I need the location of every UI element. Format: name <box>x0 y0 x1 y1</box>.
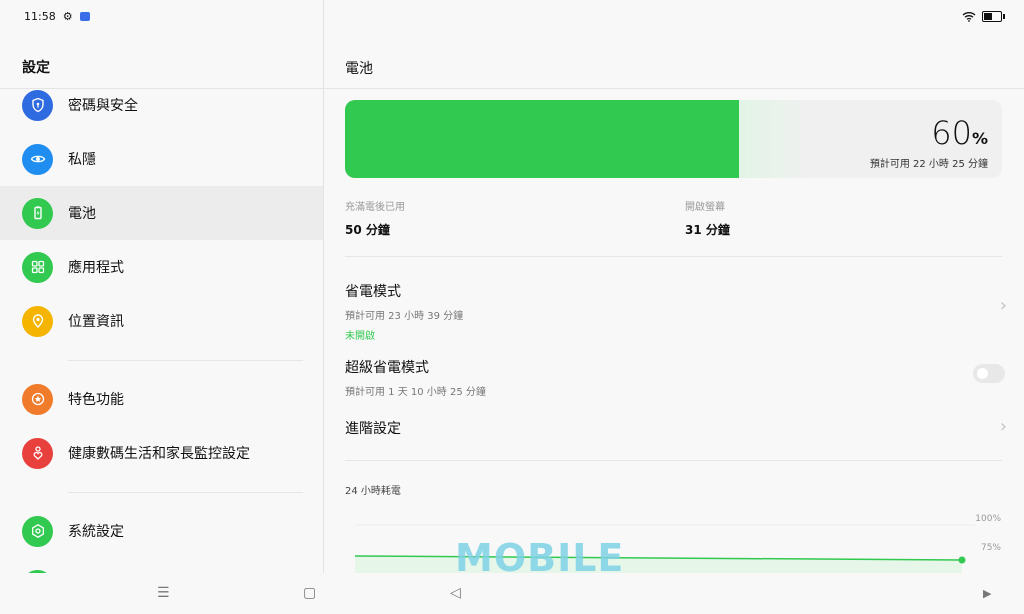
sidebar-item-partial[interactable] <box>0 558 323 573</box>
battery-icon <box>22 197 53 229</box>
battery-detail-pane: 電池 60% 預計可用 22 小時 25 分鐘 充滿電後已用 50 分鐘 開啟螢… <box>324 0 1024 573</box>
settings-list: 密碼與安全 私隱 電池 應用程式 位置資訊 特色功能 健康數碼生活和家長監控設定… <box>0 78 323 573</box>
stat-label: 充滿電後已用 <box>345 202 405 213</box>
star-icon <box>22 383 53 415</box>
sidebar-item-label: 健康數碼生活和家長監控設定 <box>68 446 250 462</box>
row-title: 進階設定 <box>345 421 401 437</box>
row-status: 未開啟 <box>345 331 375 342</box>
wifi-icon <box>962 12 976 22</box>
sidebar-item-label: 特色功能 <box>68 392 124 408</box>
sidebar-item-label: 位置資訊 <box>68 314 124 330</box>
shield-lock-icon <box>22 89 53 121</box>
section-divider <box>345 460 1002 461</box>
eye-lock-icon <box>22 143 53 175</box>
gear-icon <box>22 515 53 547</box>
stat-screen-on: 開啟螢幕 31 分鐘 <box>685 198 730 238</box>
stat-label: 開啟螢幕 <box>685 202 725 213</box>
sidebar-item-label: 系統設定 <box>68 524 124 540</box>
status-time: 11:58 <box>24 10 56 23</box>
navigation-bar: ☰ ▢ ◁ ▶ <box>0 573 1024 614</box>
status-bar-right <box>962 11 1005 22</box>
chevron-right-icon: › <box>999 295 1007 316</box>
home-icon[interactable]: ▢ <box>303 585 316 601</box>
stat-value: 31 分鐘 <box>685 223 730 237</box>
battery-percent: 60% <box>931 114 988 152</box>
row-title: 省電模式 <box>345 284 401 300</box>
location-icon <box>22 305 53 337</box>
battery-status-icon <box>982 11 1005 22</box>
chart-current-point <box>958 556 966 564</box>
sidebar-item-label: 密碼與安全 <box>68 98 138 114</box>
power-saving-mode-row[interactable]: 省電模式 預計可用 23 小時 39 分鐘 未開啟 › <box>345 281 1007 342</box>
advanced-settings-row[interactable]: 進階設定 › <box>345 416 1007 438</box>
heart-person-icon <box>22 437 53 469</box>
super-power-saving-row: 超級省電模式 預計可用 1 天 10 小時 25 分鐘 <box>345 357 1005 398</box>
sidebar-item-system-settings[interactable]: 系統設定 <box>0 504 323 558</box>
group-divider <box>0 348 323 372</box>
header-divider <box>324 88 1024 89</box>
battery-usage-chart: 100% 75% <box>354 514 1001 573</box>
menu-icon[interactable]: ☰ <box>157 585 170 601</box>
chart-tick-label: 100% <box>975 514 1001 524</box>
row-title: 超級省電模式 <box>345 360 429 376</box>
sidebar-item-digital-wellbeing[interactable]: 健康數碼生活和家長監控設定 <box>0 426 323 480</box>
status-bar-left: 11:58 ⚙ <box>24 10 90 23</box>
super-power-saving-toggle[interactable] <box>973 364 1005 383</box>
row-subtitle: 預計可用 23 小時 39 分鐘 <box>345 311 464 322</box>
sidebar-item-password-security[interactable]: 密碼與安全 <box>0 78 323 132</box>
chevron-right-icon: › <box>999 416 1007 437</box>
section-divider <box>345 256 1002 257</box>
stat-value: 50 分鐘 <box>345 223 390 237</box>
battery-level-fill <box>345 100 739 178</box>
group-divider <box>0 480 323 504</box>
battery-estimate: 預計可用 22 小時 25 分鐘 <box>869 159 988 170</box>
header-divider <box>0 88 323 89</box>
sidebar-item-label: 電池 <box>68 206 96 222</box>
sidebar-item-location[interactable]: 位置資訊 <box>0 294 323 348</box>
gear-icon: ⚙ <box>62 10 73 23</box>
grid-icon <box>22 251 53 283</box>
app-notification-icon <box>79 12 90 21</box>
sidebar-item-privacy[interactable]: 私隱 <box>0 132 323 186</box>
stat-since-full-charge: 充滿電後已用 50 分鐘 <box>345 198 405 238</box>
chart-tick-label: 75% <box>981 543 1001 553</box>
row-subtitle: 預計可用 1 天 10 小時 25 分鐘 <box>345 387 486 398</box>
sidebar-item-battery[interactable]: 電池 <box>0 186 323 240</box>
chart-title: 24 小時耗電 <box>345 486 401 497</box>
sidebar-item-apps[interactable]: 應用程式 <box>0 240 323 294</box>
detail-title: 電池 <box>345 61 373 77</box>
sidebar-item-label: 私隱 <box>68 152 96 168</box>
settings-sidebar: 11:58 ⚙ 設定 密碼與安全 私隱 電池 應用程式 位置資訊 特色功能 健康… <box>0 0 324 573</box>
page-title: 設定 <box>22 60 50 76</box>
play-icon[interactable]: ▶ <box>983 587 991 600</box>
sidebar-item-label: 應用程式 <box>68 260 124 276</box>
battery-level-card: 60% 預計可用 22 小時 25 分鐘 <box>345 100 1002 178</box>
sidebar-item-special-features[interactable]: 特色功能 <box>0 372 323 426</box>
back-icon[interactable]: ◁ <box>450 585 461 601</box>
battery-level-fade <box>739 100 809 178</box>
